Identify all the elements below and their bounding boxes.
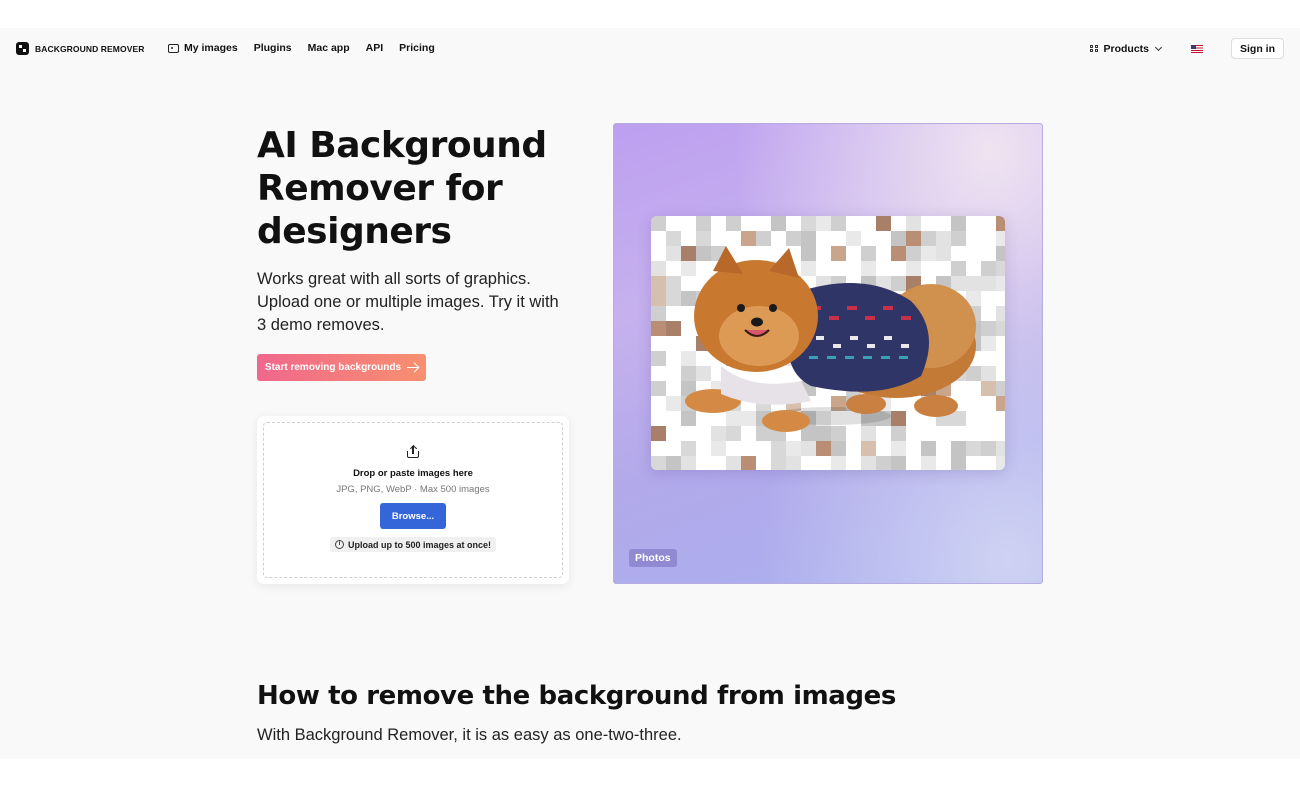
photos-tag[interactable]: Photos <box>629 549 677 567</box>
chevron-down-icon <box>1154 43 1163 51</box>
browse-button[interactable]: Browse... <box>380 503 446 529</box>
demo-image-canvas <box>651 216 1005 470</box>
dropzone-formats: JPG, PNG, WebP · Max 500 images <box>336 484 490 495</box>
demo-image <box>651 216 1005 470</box>
start-removing-button[interactable]: Start removing backgrounds <box>257 354 426 381</box>
arrow-right-icon <box>407 366 419 369</box>
nav-right: Products Sign in <box>1090 38 1284 59</box>
top-nav: BACKGROUND REMOVER My images Plugins Mac… <box>0 28 1300 68</box>
howto-subtitle: With Background Remover, it is as easy a… <box>257 726 682 744</box>
sign-in-button[interactable]: Sign in <box>1231 38 1284 59</box>
brand-name: BACKGROUND REMOVER <box>35 43 145 54</box>
demo-preview: Photos <box>613 123 1043 584</box>
us-flag-icon[interactable] <box>1191 44 1203 53</box>
hero-title: AI Background Remover for designers <box>257 125 547 252</box>
nav-link-label: My images <box>184 42 238 54</box>
nav-link-pricing[interactable]: Pricing <box>399 42 435 54</box>
nav-link-plugins[interactable]: Plugins <box>254 42 292 54</box>
info-icon: i <box>334 540 344 549</box>
upload-limit-text: Upload up to 500 images at once! <box>347 539 492 550</box>
nav-link-my-images[interactable]: My images <box>168 42 238 54</box>
logo-icon <box>16 42 29 55</box>
grid-icon <box>1090 44 1098 53</box>
page: BACKGROUND REMOVER My images Plugins Mac… <box>0 28 1300 759</box>
upload-limit-note: i Upload up to 500 images at once! <box>329 537 497 552</box>
dropzone[interactable]: Drop or paste images here JPG, PNG, WebP… <box>263 422 563 578</box>
nav-link-api[interactable]: API <box>366 42 384 54</box>
nav-link-mac-app[interactable]: Mac app <box>308 42 350 54</box>
upload-card: Drop or paste images here JPG, PNG, WebP… <box>257 416 569 584</box>
image-icon <box>168 43 179 53</box>
products-menu[interactable]: Products <box>1090 42 1163 55</box>
howto-title: How to remove the background from images <box>257 681 896 711</box>
hero-subtitle: Works great with all sorts of graphics. … <box>257 270 559 334</box>
dropzone-title: Drop or paste images here <box>353 468 473 479</box>
cta-label: Start removing backgrounds <box>264 362 402 373</box>
products-label: Products <box>1103 42 1149 55</box>
upload-icon <box>407 444 419 458</box>
nav-links: My images Plugins Mac app API Pricing <box>168 42 435 54</box>
brand-logo[interactable]: BACKGROUND REMOVER <box>16 42 144 55</box>
